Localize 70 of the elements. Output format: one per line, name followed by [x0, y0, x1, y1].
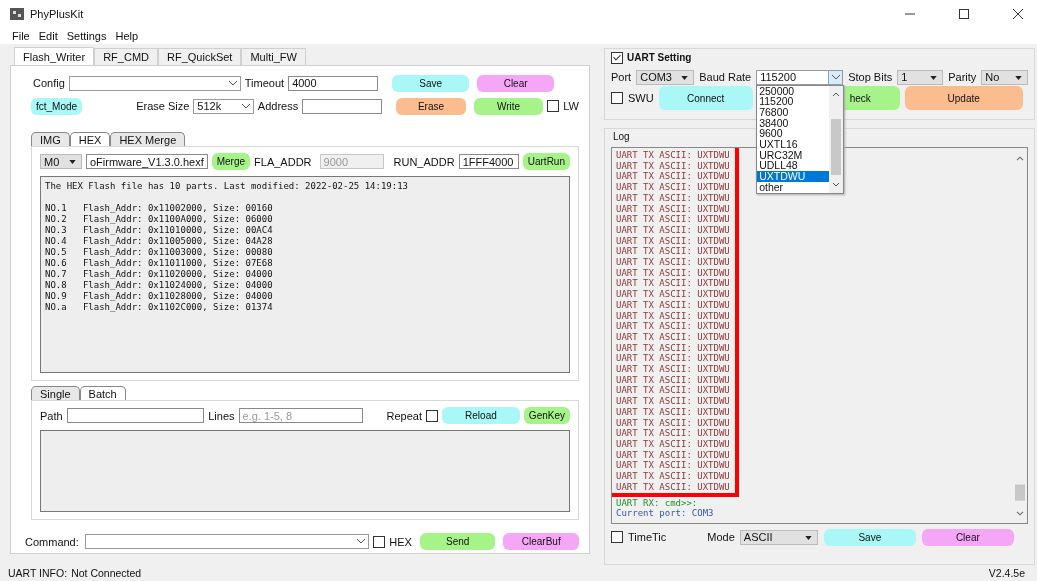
- field-label: Path: [40, 409, 63, 422]
- log-line: UART TX ASCII: UXTDWU: [616, 160, 730, 172]
- log-line: UART TX ASCII: UXTDWU: [616, 364, 730, 375]
- field-label: Baud Rate: [699, 71, 752, 83]
- text-line: NO.7 Flash_Addr: 0x11020000, Size: 04000: [45, 269, 274, 280]
- info-text: The HEX Flash file has 10 parts. Last modified: 2022-02-25 14:19:13: [45, 181, 410, 192]
- checkbox-label: LW: [563, 100, 579, 112]
- status-label: UART INFO:: [8, 567, 68, 579]
- group-title: UART Setting: [627, 52, 692, 63]
- log-line: UART TX ASCII: UXTDWU: [616, 246, 730, 258]
- log-line: UART TX ASCII: UXTDWU: [616, 224, 730, 236]
- log-line: UART TX ASCII: UXTDWU: [616, 353, 730, 365]
- log-line: UART TX ASCII: UXTDWU: [616, 481, 730, 493]
- log-line: UART TX ASCII: UXTDWU: [616, 460, 730, 472]
- field-label: RUN_ADDR: [393, 155, 455, 168]
- log-line: UART TX ASCII: UXTDWU: [616, 267, 730, 279]
- field-label: Config: [33, 77, 65, 89]
- log-line: UART TX ASCII: UXTDWU: [616, 342, 730, 354]
- field-label: Command:: [25, 535, 79, 548]
- text-line: NO.1 Flash_Addr: 0x11002000, Size: 00160: [45, 203, 274, 214]
- log-line: Current port: COM3: [616, 508, 714, 519]
- window-title: PhyPlusKit: [30, 8, 84, 20]
- checkbox-label: TimeTic: [628, 531, 667, 543]
- field-label: Timeout: [244, 77, 285, 89]
- log-line: UART TX ASCII: UXTDWU: [616, 310, 730, 322]
- log-line: UART TX ASCII: UXTDWU: [616, 257, 730, 268]
- log-line: UART TX ASCII: UXTDWU: [616, 406, 730, 418]
- log-line: UART TX ASCII: UXTDWU: [616, 396, 730, 407]
- log-line: UART TX ASCII: UXTDWU: [616, 439, 730, 450]
- checkbox-label: HEX: [389, 535, 412, 548]
- log-line: UART TX ASCII: UXTDWU: [616, 192, 730, 204]
- log-line: UART RX: cmd>>:: [616, 497, 698, 509]
- version-text: V2.4.5e: [988, 567, 1025, 579]
- group-title: Log: [613, 131, 630, 142]
- status-text: Not Connected: [71, 567, 142, 579]
- log-line: UART TX ASCII: UXTDWU: [616, 449, 730, 461]
- field-label: Parity: [948, 71, 977, 83]
- text-line: NO.9 Flash_Addr: 0x11028000, Size: 04000: [45, 291, 274, 302]
- field-label: FLA_ADDR: [254, 155, 312, 168]
- text-line: NO.5 Flash_Addr: 0x11003000, Size: 00080: [45, 247, 274, 258]
- log-line: UART TX ASCII: UXTDWU: [616, 321, 730, 332]
- log-line: UART TX ASCII: UXTDWU: [616, 203, 730, 215]
- log-line: UART TX ASCII: UXTDWU: [616, 278, 730, 290]
- text-line: NO.2 Flash_Addr: 0x1100A000, Size: 06000: [45, 214, 274, 225]
- field-label: Erase Size: [136, 100, 190, 112]
- checkbox-label: Repeat: [386, 409, 422, 422]
- text-line: NO.4 Flash_Addr: 0x11005000, Size: 04A28: [45, 236, 274, 247]
- field-label: Port: [611, 71, 632, 83]
- log-line: UART TX ASCII: UXTDWU: [616, 214, 730, 225]
- text-line: NO.3 Flash_Addr: 0x11010000, Size: 00AC4: [45, 225, 274, 236]
- field-label: Stop Bits: [848, 71, 893, 83]
- text-line: NO.a Flash_Addr: 0x1102C000, Size: 01374: [45, 302, 274, 313]
- log-line: UART TX ASCII: UXTDWU: [616, 385, 730, 397]
- field-label: Lines: [208, 409, 235, 422]
- field-label: Mode: [707, 531, 735, 543]
- field-label: Address: [257, 100, 299, 112]
- log-line: UART TX ASCII: UXTDWU: [616, 150, 730, 161]
- text-line: NO.6 Flash_Addr: 0x11011000, Size: 07E68: [45, 258, 274, 269]
- log-line: UART TX ASCII: UXTDWU: [616, 428, 730, 439]
- log-line: UART TX ASCII: UXTDWU: [616, 171, 730, 183]
- log-line: UART TX ASCII: UXTDWU: [616, 331, 730, 343]
- log-line: UART TX ASCII: UXTDWU: [616, 299, 730, 311]
- log-line: UART TX ASCII: UXTDWU: [616, 417, 730, 429]
- text-line: NO.8 Flash_Addr: 0x11024000, Size: 04000: [45, 280, 274, 291]
- log-line: UART TX ASCII: UXTDWU: [616, 289, 730, 300]
- log-line: UART TX ASCII: UXTDWU: [616, 235, 730, 247]
- checkbox-label: SWU: [628, 92, 654, 104]
- log-line: UART TX ASCII: UXTDWU: [616, 182, 730, 193]
- log-line: UART TX ASCII: UXTDWU: [616, 471, 730, 482]
- log-line: UART TX ASCII: UXTDWU: [616, 374, 730, 386]
